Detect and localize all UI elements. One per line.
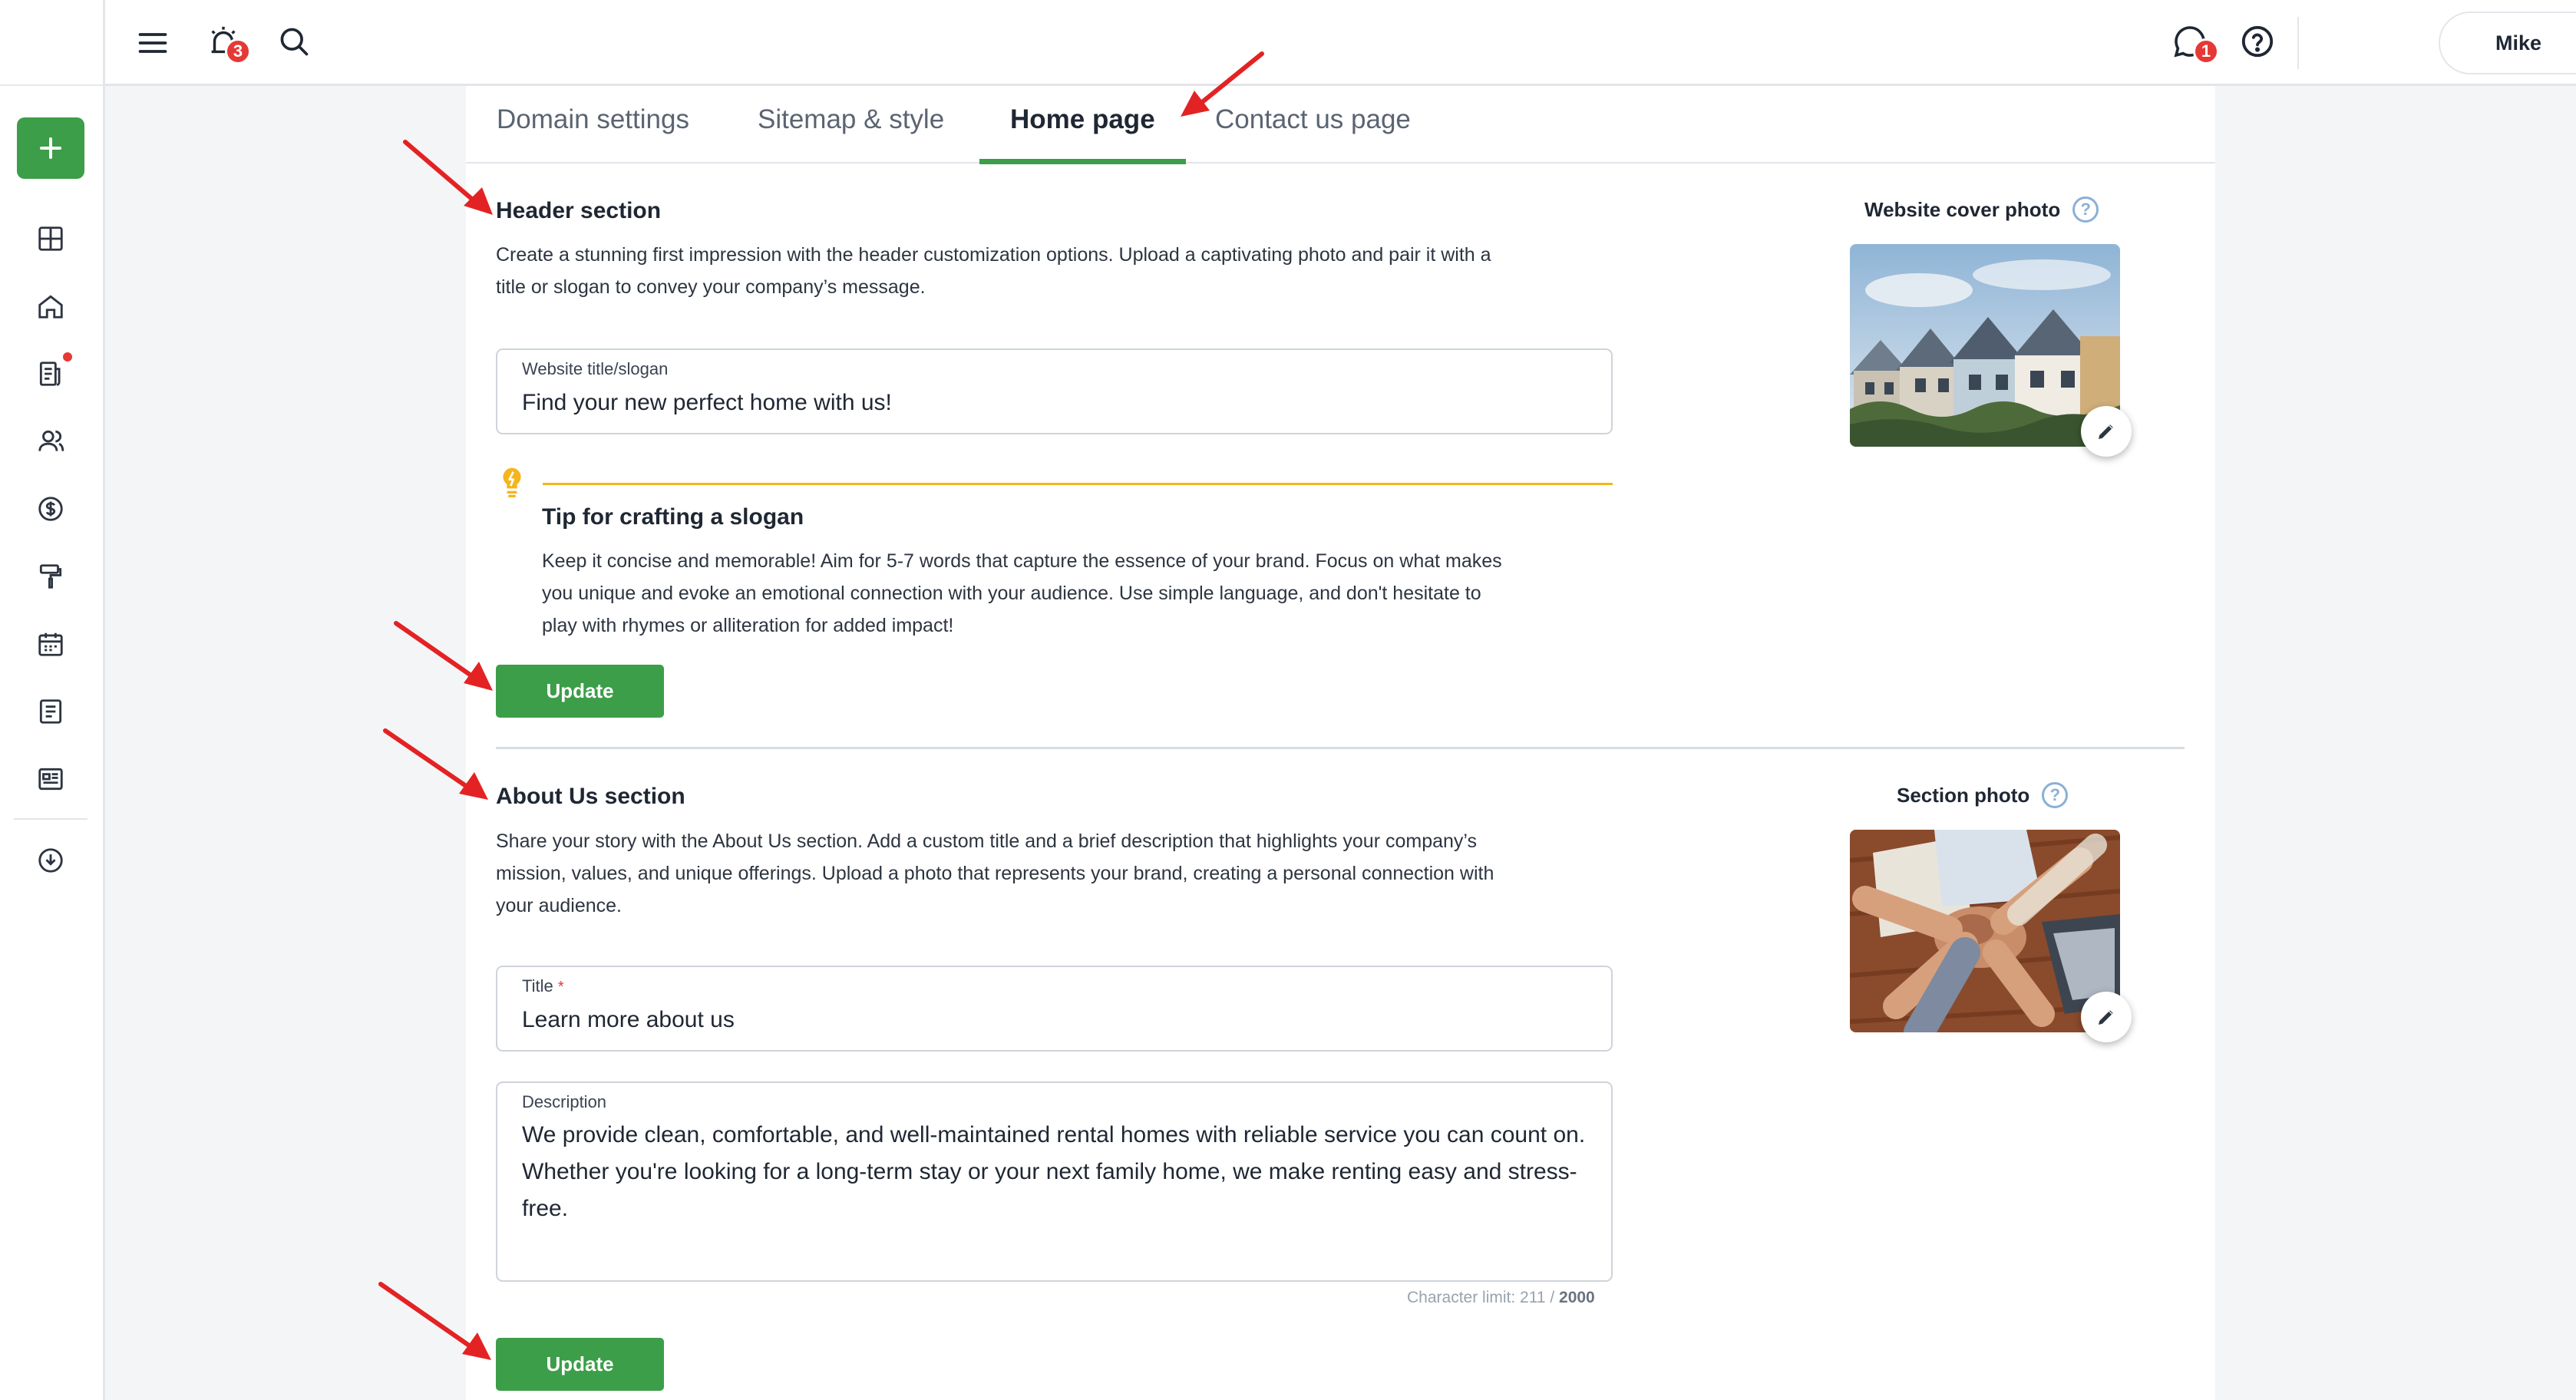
about-description-label: Description [522, 1092, 607, 1111]
download-cloud-icon [38, 848, 63, 873]
top-bar: 3 1 Mike [105, 0, 2576, 86]
about-update-button[interactable]: Update [496, 1338, 664, 1391]
home-icon [38, 295, 63, 319]
help-icon[interactable]: ? [2072, 196, 2099, 223]
search-button[interactable] [274, 21, 314, 61]
edit-cover-photo-button[interactable] [2081, 406, 2132, 457]
cover-photo-image [1850, 244, 2120, 447]
website-title-field[interactable]: Website title/slogan [496, 348, 1613, 434]
description-line: title or slogan to convey your company’s… [496, 276, 926, 298]
sidebar-item-properties[interactable] [31, 286, 71, 326]
alarm-button[interactable]: 3 [203, 21, 251, 64]
lightbulb-icon [503, 467, 521, 497]
about-section-description: Share your story with the About Us secti… [496, 825, 1494, 922]
character-limit: Character limit: 211 / 2000 [1407, 1289, 1595, 1307]
char-limit-text: Character limit: 211 / [1407, 1289, 1560, 1306]
help-button[interactable] [2237, 21, 2277, 61]
tab-sitemap-style[interactable]: Sitemap & style [758, 97, 944, 163]
header-section-title: Header section [496, 198, 662, 223]
sidebar-item-accounting[interactable] [31, 489, 71, 529]
section-photo-image [1850, 830, 2120, 1032]
people-icon [38, 430, 64, 451]
sidebar-item-notes[interactable] [31, 692, 71, 731]
about-description-textarea[interactable]: We provide clean, comfortable, and well-… [522, 1117, 1589, 1270]
sidebar-divider [14, 818, 88, 820]
sidebar-item-download[interactable] [31, 840, 71, 880]
tip-body: Keep it concise and memorable! Aim for 5… [542, 545, 1502, 642]
add-new-button[interactable] [17, 117, 84, 179]
cover-photo [1850, 244, 2120, 447]
required-asterisk: * [557, 979, 564, 996]
user-menu[interactable]: Mike [2439, 12, 2576, 74]
about-title-label: Title * [522, 976, 564, 996]
cover-photo-label: Website cover photo ? [1864, 196, 2099, 223]
tab-home-page[interactable]: Home page [979, 97, 1186, 164]
messages-button[interactable]: 1 [2170, 21, 2219, 64]
header-update-button[interactable]: Update [496, 665, 664, 718]
sidebar-item-calendar[interactable] [31, 624, 71, 664]
tab-bar: Domain settings Sitemap & style Home pag… [466, 86, 2215, 164]
description-line: Create a stunning first impression with … [496, 244, 1491, 266]
description-line: mission, values, and unique offerings. U… [496, 863, 1494, 884]
cover-photo-label-text: Website cover photo [1864, 197, 2061, 221]
tip-title: Tip for crafting a slogan [542, 504, 804, 530]
notes-icon [39, 699, 62, 724]
notification-dot [63, 352, 72, 362]
section-photo-label: Section photo ? [1897, 782, 2069, 808]
calendar-icon [38, 632, 63, 656]
website-title-label: Website title/slogan [522, 359, 669, 378]
newspaper-icon [38, 768, 63, 791]
tab-domain-settings[interactable]: Domain settings [497, 97, 689, 163]
tip-line: play with rhymes or alliteration for add… [542, 615, 954, 636]
pencil-icon [2099, 1010, 2113, 1025]
about-section-title: About Us section [496, 784, 685, 809]
user-name: Mike [2495, 31, 2542, 54]
sidebar-item-people[interactable] [31, 421, 71, 461]
char-limit-max: 2000 [1559, 1289, 1595, 1306]
alarm-badge: 3 [225, 38, 251, 64]
description-line: your audience. [496, 895, 623, 916]
dashboard-icon [38, 226, 63, 251]
menu-button[interactable] [133, 23, 173, 63]
header-section-description: Create a stunning first impression with … [496, 239, 1491, 303]
sidebar-logo-area [0, 0, 103, 86]
about-title-input[interactable] [522, 1007, 1581, 1033]
edit-section-photo-button[interactable] [2081, 992, 2132, 1042]
tab-contact-us-page[interactable]: Contact us page [1215, 97, 1411, 163]
title-label-text: Title [522, 976, 553, 996]
chat-badge: 1 [2193, 38, 2219, 64]
dollar-circle-icon [38, 497, 63, 521]
paint-roller-icon [39, 564, 62, 589]
about-title-field[interactable]: Title * [496, 966, 1613, 1052]
search-icon [280, 28, 309, 56]
settings-card: Domain settings Sitemap & style Home pag… [466, 86, 2215, 1400]
sidebar-item-dashboard[interactable] [31, 219, 71, 259]
sidebar-item-reports[interactable] [31, 759, 71, 799]
sidebar-item-leases[interactable] [31, 352, 72, 394]
about-description-field[interactable]: Description We provide clean, comfortabl… [496, 1081, 1613, 1282]
tip-line: Keep it concise and memorable! Aim for 5… [542, 550, 1502, 572]
pencil-icon [2099, 424, 2113, 439]
help-circle-icon [2241, 25, 2274, 58]
section-divider [496, 747, 2185, 749]
website-title-input[interactable] [522, 390, 1581, 416]
tip-divider [543, 483, 1613, 485]
sidebar-item-maintenance[interactable] [31, 556, 71, 596]
topbar-divider [2297, 17, 2299, 69]
document-icon [39, 362, 61, 386]
section-photo-label-text: Section photo [1897, 783, 2030, 807]
tip-line: you unique and evoke an emotional connec… [542, 583, 1481, 604]
plus-icon [40, 137, 61, 159]
section-photo [1850, 830, 2120, 1032]
description-line: Share your story with the About Us secti… [496, 830, 1478, 852]
sidebar [0, 0, 105, 1400]
help-icon[interactable]: ? [2042, 782, 2069, 808]
hamburger-icon [138, 33, 167, 53]
